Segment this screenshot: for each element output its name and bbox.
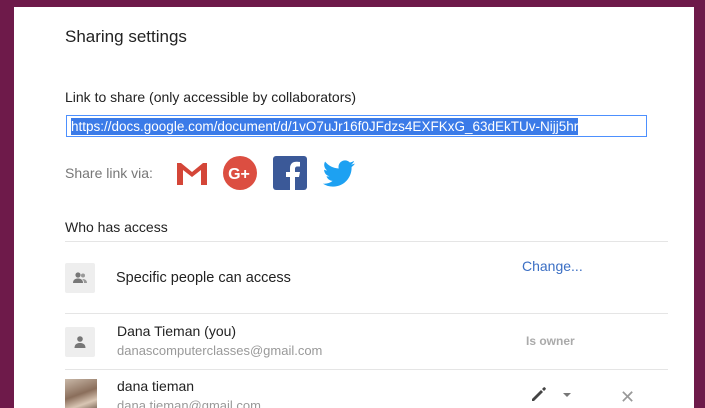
collaborator-email: dana.tieman@gmail.com xyxy=(117,398,261,408)
svg-text:G+: G+ xyxy=(228,166,250,183)
sharing-settings-dialog: Sharing settings Link to share (only acc… xyxy=(14,7,694,408)
link-to-share-label: Link to share (only accessible by collab… xyxy=(65,89,357,105)
dialog-title: Sharing settings xyxy=(65,27,187,46)
divider xyxy=(65,241,668,242)
chevron-down-icon[interactable] xyxy=(563,393,571,397)
edit-permission-pencil-icon[interactable] xyxy=(530,385,548,408)
avatar xyxy=(65,379,97,408)
facebook-icon[interactable] xyxy=(272,155,308,191)
people-icon xyxy=(65,263,95,293)
person-icon xyxy=(65,327,95,357)
divider xyxy=(65,313,668,314)
divider xyxy=(65,369,668,370)
share-via-label: Share link via: xyxy=(65,165,153,181)
owner-email: danascomputerclasses@gmail.com xyxy=(117,343,323,358)
collaborator-name: dana tieman xyxy=(117,378,195,394)
share-link-field[interactable]: https://docs.google.com/document/d/1vO7u… xyxy=(66,115,647,137)
google-plus-icon[interactable]: G+ xyxy=(222,155,258,191)
access-level-text: Specific people can access xyxy=(116,270,291,286)
twitter-icon[interactable] xyxy=(321,155,357,191)
share-link-url[interactable]: https://docs.google.com/document/d/1vO7u… xyxy=(71,118,579,135)
owner-role-label: Is owner xyxy=(526,334,575,348)
gmail-icon[interactable] xyxy=(174,155,210,191)
change-access-link[interactable]: Change... xyxy=(522,258,583,274)
owner-name: Dana Tieman (you) xyxy=(117,323,237,339)
who-has-access-label: Who has access xyxy=(65,219,168,235)
remove-person-close-icon[interactable]: ✕ xyxy=(620,387,635,408)
